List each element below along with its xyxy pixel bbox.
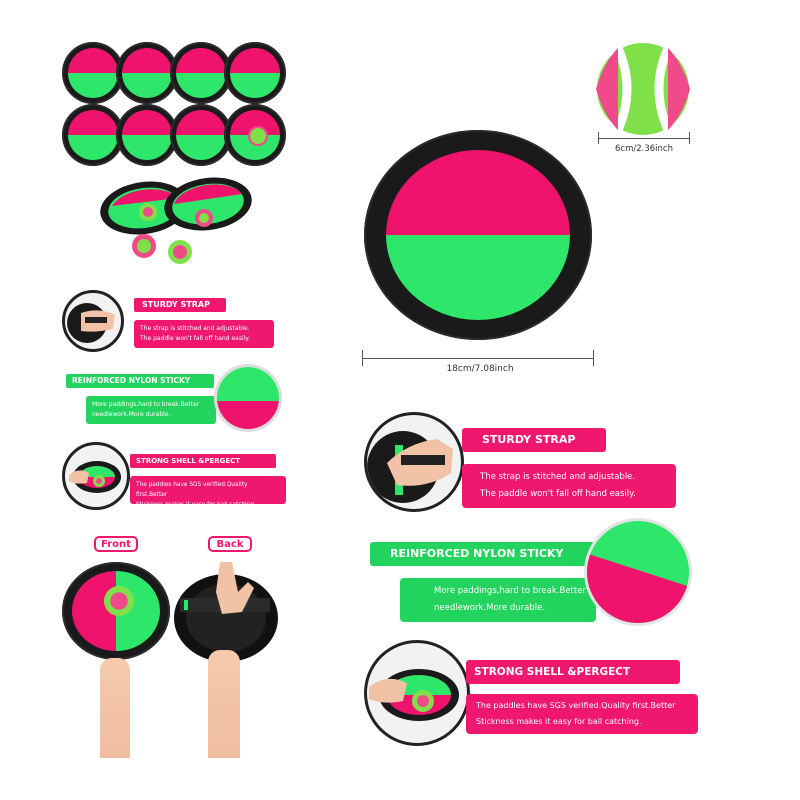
hand-icon [369,669,459,721]
paddle-icon [170,104,232,166]
hand-icon [367,431,453,503]
front-forearm [100,658,130,758]
back-label: Back [208,536,252,552]
hand-icon [69,461,121,493]
nylon-cloth-photo [214,364,282,432]
ball-icon [104,586,134,616]
paddle-icon [116,42,178,104]
feature-1-title: STURDY STRAP [134,298,226,312]
strap-photo [62,290,124,352]
paddle-icon [62,42,124,104]
main-paddle [364,130,592,340]
nylon-cloth-photo-large [584,518,692,626]
feature-2-title-large: REINFORCED NYLON STICKY CLOTH [370,542,602,584]
feature-1-description: The strap is stitched and adjustable. Th… [134,320,274,348]
feature-1-title-large: STURDY STRAP [462,428,606,452]
back-forearm [208,650,240,758]
ball-size-label: 6cm/2.36inch [615,144,673,154]
paddle-icon [116,104,178,166]
paddle-icon [224,42,286,104]
paddle-icon [170,42,232,104]
hand-icon [67,303,115,343]
feature-1-description-large: The strap is stitched and adjustable. Th… [462,464,676,508]
feature-3-description-large: The paddles have SGS verified.Quality fi… [466,694,698,734]
strap-photo-large [364,412,464,512]
feature-2-title: REINFORCED NYLON STICKY CLOTH [66,374,214,399]
tilted-paddles-illustration [100,177,252,264]
paddle-icon [62,104,124,166]
shell-photo [62,442,130,510]
feature-3-description: The paddles have SGS verified.Quality fi… [130,476,286,508]
feature-2-description: More paddings,hard to break.Better needl… [86,396,216,424]
back-paddle [174,562,278,662]
shell-photo-large [364,640,470,746]
feature-2-description-large: More paddings,hard to break.Better needl… [400,578,596,622]
feature-3-title: STRONG SHELL &PERGECT VISCOSITY [130,454,276,479]
paddle-size-label: 18cm/7.08inch [446,364,514,374]
ball-icon [596,43,690,135]
ball-icon [248,126,268,146]
feature-3-title-large: STRONG SHELL &PERGECT VISCOSITY [466,660,680,702]
front-label: Front [94,536,138,552]
